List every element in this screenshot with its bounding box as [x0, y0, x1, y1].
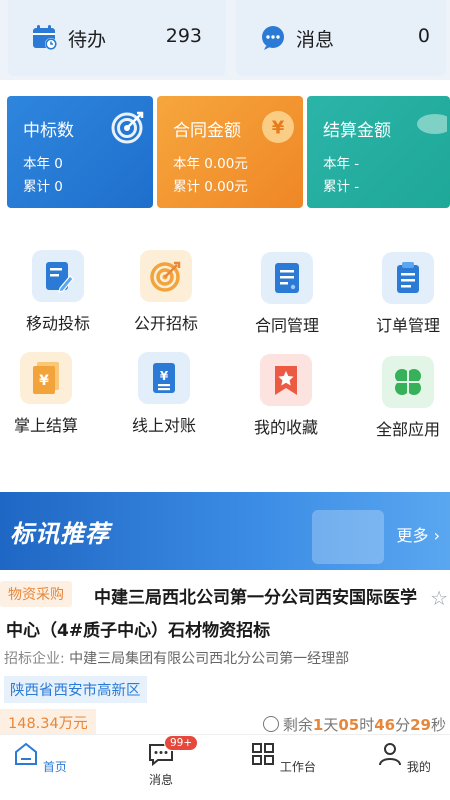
amount-tag: 148.34万元 [0, 709, 96, 736]
clock-icon [262, 716, 279, 732]
edit-document-icon [32, 250, 84, 302]
app-label: 合同管理 [254, 316, 319, 335]
target-icon [111, 111, 144, 144]
nav-label: 我的 [406, 760, 431, 774]
app-public-tender[interactable]: 公开招标 [110, 250, 222, 334]
nav-workbench[interactable]: 工作台 [243, 741, 323, 775]
messages-label: 消息 [296, 29, 335, 51]
tender-recommend-banner: 标讯推荐 更多 › [0, 492, 450, 570]
messages-card[interactable]: 消息 0 [236, 0, 446, 76]
app-label: 全部应用 [375, 420, 440, 439]
app-mobile-settlement[interactable]: ¥ 掌上结算 [0, 352, 102, 436]
banner-title: 标讯推荐 [10, 520, 110, 548]
user-icon [379, 743, 402, 766]
contract-icon [261, 252, 313, 304]
star-bookmark-icon [260, 354, 312, 406]
favorite-star-icon[interactable]: ☆ [430, 586, 448, 610]
bottom-nav: 首页 99+ 消息 工作台 我的 [0, 734, 450, 800]
nav-label: 工作台 [279, 760, 316, 774]
clover-icon [382, 356, 434, 408]
todo-count: 293 [165, 25, 202, 47]
stat-title: 中标数 [23, 121, 74, 141]
coin-icon [417, 114, 447, 134]
app-contract-management[interactable]: 合同管理 [231, 252, 343, 336]
svg-text:¥: ¥ [39, 373, 49, 389]
stat-title: 结算金额 [323, 121, 391, 141]
app-mobile-bidding[interactable]: 移动投标 [2, 250, 114, 334]
svg-text:¥: ¥ [160, 369, 169, 383]
app-order-management[interactable]: 订单管理 [352, 252, 450, 336]
nav-label: 消息 [148, 773, 173, 787]
target-icon [140, 250, 192, 302]
stat-year-row: 本年 0.00元 [173, 156, 248, 172]
yen-document-icon: ¥ [138, 352, 190, 404]
stat-year-row: 本年 0 [23, 156, 63, 172]
nav-home[interactable]: 首页 [0, 741, 80, 775]
id-card-icon [312, 510, 384, 564]
clipboard-icon [382, 252, 434, 304]
stat-card-settlement-amount[interactable]: 结算金额 本年 - 累计 - [307, 96, 450, 208]
stat-total-row: 累计 0 [23, 179, 63, 195]
app-label: 线上对账 [131, 416, 196, 435]
tender-title[interactable]: 中建三局西北公司第一分公司西安国际医学中心（4#质子中心）石材物资招标 [6, 582, 426, 648]
stat-card-contract-amount[interactable]: 合同金额 ¥ 本年 0.00元 累计 0.00元 [157, 96, 303, 208]
messages-count: 0 [417, 25, 430, 47]
home-icon [15, 742, 38, 765]
nav-profile[interactable]: 我的 [364, 741, 444, 775]
top-summary: 待办 293 消息 0 [0, 0, 450, 80]
app-label: 移动投标 [25, 314, 90, 333]
chat-bubble-icon [262, 26, 284, 50]
nav-messages[interactable]: 99+ 消息 [121, 735, 201, 788]
app-label: 订单管理 [375, 316, 440, 335]
calendar-clock-icon [33, 25, 57, 50]
app-my-favorites[interactable]: 我的收藏 [230, 354, 342, 438]
app-online-reconciliation[interactable]: ¥ 线上对账 [108, 352, 220, 436]
svg-text:¥: ¥ [272, 118, 285, 139]
more-link[interactable]: 更多 › [397, 522, 441, 546]
grid-icon [252, 743, 275, 765]
unread-badge: 99+ [164, 735, 199, 751]
app-label: 掌上结算 [13, 416, 78, 435]
app-all-apps[interactable]: 全部应用 [352, 356, 450, 440]
yen-coin-icon: ¥ [262, 111, 294, 143]
app-label: 公开招标 [133, 314, 198, 333]
countdown: 剩余1天05时46分29秒 [262, 714, 446, 735]
stat-card-bids-won[interactable]: 中标数 本年 0 累计 0 [7, 96, 153, 208]
yen-bill-icon: ¥ [20, 352, 72, 404]
tender-company: 招标企业: 中建三局集团有限公司西北分公司第一经理部 [4, 651, 350, 667]
stat-total-row: 累计 0.00元 [173, 179, 248, 195]
stat-year-row: 本年 - [323, 156, 360, 172]
stat-title: 合同金额 [173, 121, 241, 141]
todo-card[interactable]: 待办 293 [8, 0, 226, 76]
nav-label: 首页 [42, 760, 67, 774]
todo-label: 待办 [68, 29, 107, 51]
stat-total-row: 累计 - [323, 179, 360, 195]
location-tag: 陕西省西安市高新区 [4, 676, 147, 703]
app-label: 我的收藏 [253, 418, 318, 437]
chat-icon: 99+ [148, 735, 199, 767]
